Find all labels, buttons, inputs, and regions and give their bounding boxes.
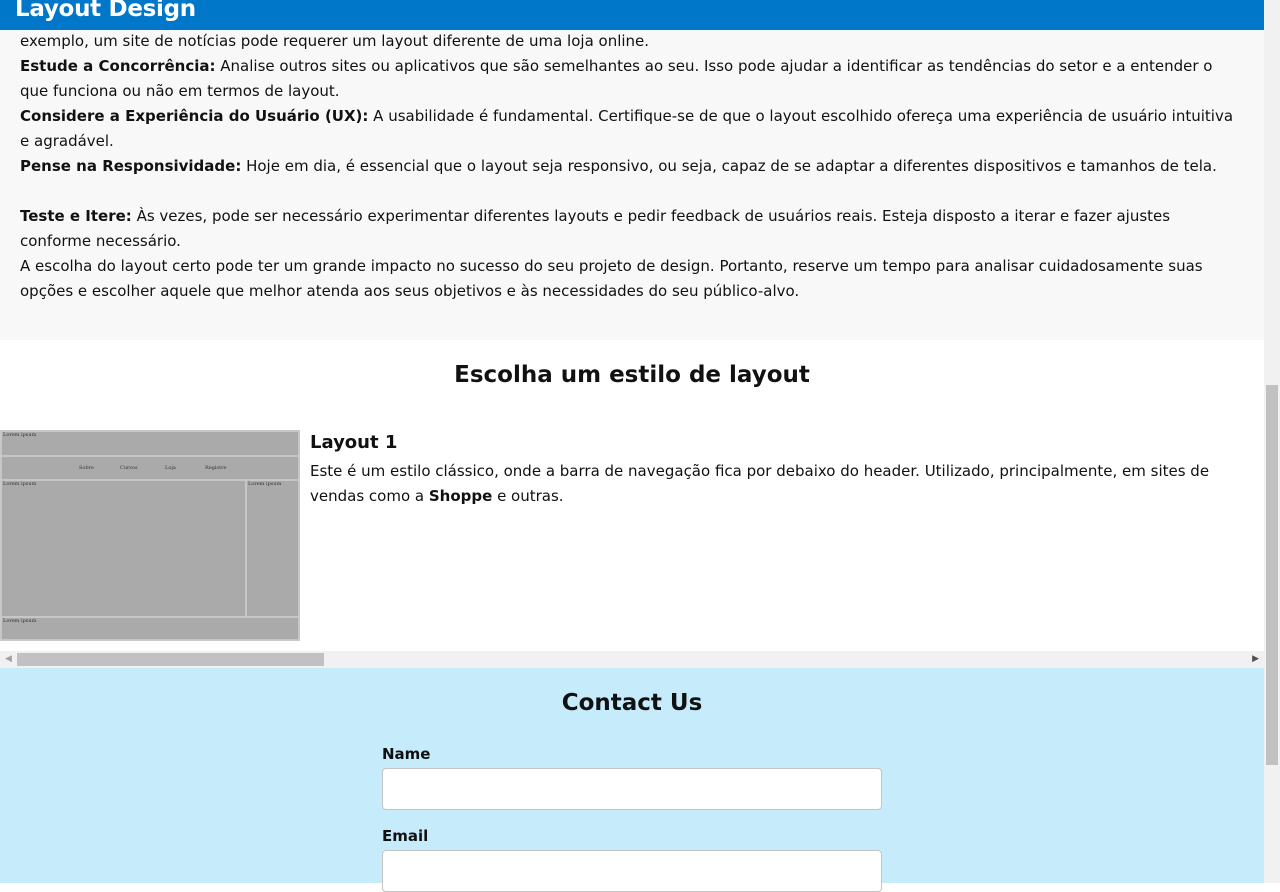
email-label: Email xyxy=(382,827,429,845)
contact-section: Contact Us Name Email xyxy=(0,668,1264,892)
thumb-footer: Lorem ipsum xyxy=(1,617,299,640)
article-paragraph: exemplo, um site de notícias pode requer… xyxy=(20,32,650,50)
thumb-aside: Lorem ipsum xyxy=(246,480,299,617)
name-field[interactable] xyxy=(382,768,882,810)
article-paragraph: Teste e Itere: Às vezes, pode ser necess… xyxy=(20,207,1171,250)
site-header: Layout Design xyxy=(0,0,1264,30)
layout-card-title: Layout 1 xyxy=(310,432,398,453)
article-section: exemplo, um site de notícias pode requer… xyxy=(0,30,1264,340)
name-label: Name xyxy=(382,745,431,763)
site-title: Layout Design xyxy=(15,0,196,22)
vertical-scrollbar[interactable] xyxy=(1264,0,1280,883)
email-field[interactable] xyxy=(382,850,882,892)
tip-title: Teste e Itere: xyxy=(20,207,132,225)
tip-title: Pense na Responsividade: xyxy=(20,157,242,175)
article-paragraph: Pense na Responsividade: Hoje em dia, é … xyxy=(20,157,1217,175)
layout-chooser-section: Escolha um estilo de layout Lorem ipsum … xyxy=(0,340,1264,668)
article-paragraph: Estude a Concorrência: Analise outros si… xyxy=(20,57,1213,100)
horizontal-scrollbar[interactable]: ◀ ▶ xyxy=(0,651,1264,668)
contact-heading: Contact Us xyxy=(561,690,703,716)
tip-title: Considere a Experiência do Usuário (UX): xyxy=(20,107,369,125)
article-paragraph: A escolha do layout certo pode ter um gr… xyxy=(20,257,1203,300)
horizontal-scroll-thumb[interactable] xyxy=(17,653,324,666)
triangle-left-icon[interactable]: ◀ xyxy=(5,654,12,664)
triangle-right-icon[interactable]: ▶ xyxy=(1252,654,1259,664)
layout-card-description: Este é um estilo clássico, onde a barra … xyxy=(310,462,1210,505)
vertical-scroll-thumb[interactable] xyxy=(1266,385,1278,765)
layout-1-thumbnail[interactable]: Lorem ipsum Sobre Cursos Loja Registre L… xyxy=(0,430,300,641)
brand-shoppe: Shoppe xyxy=(428,487,493,505)
thumb-header: Lorem ipsum xyxy=(1,431,299,456)
thumb-main: Lorem ipsum xyxy=(1,480,246,617)
tip-title: Estude a Concorrência: xyxy=(20,57,216,75)
article-paragraph: Considere a Experiência do Usuário (UX):… xyxy=(20,107,1234,150)
thumb-nav: Sobre Cursos Loja Registre xyxy=(1,456,299,480)
layouts-heading: Escolha um estilo de layout xyxy=(454,362,810,388)
